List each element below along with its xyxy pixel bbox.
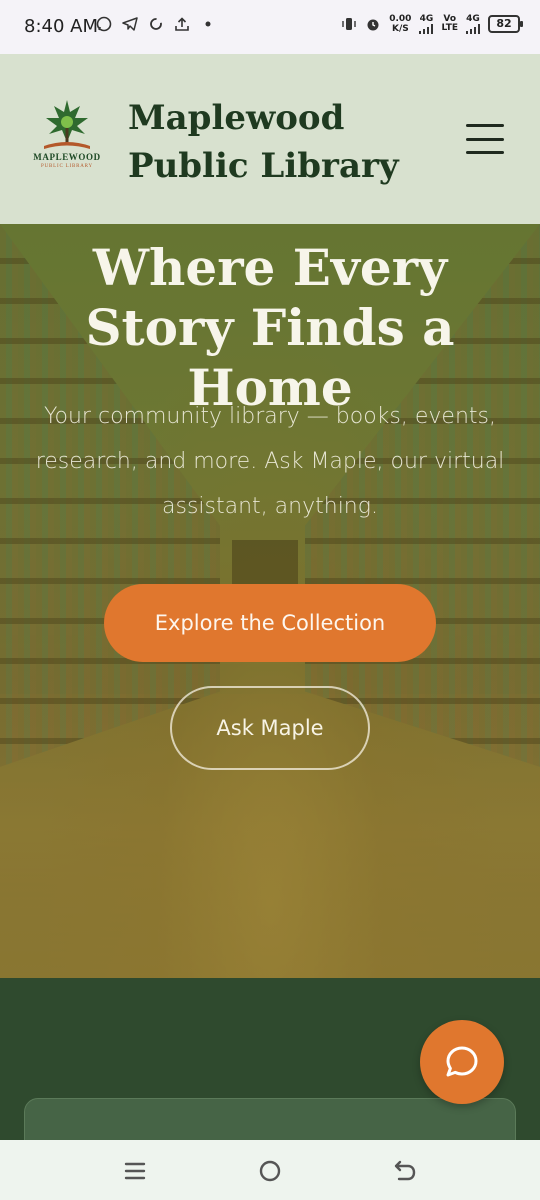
hero-section: Where Every Story Finds a Home Your comm… xyxy=(0,224,540,978)
status-bar: 8:40 AM 0.00 K/S 4G Vo LTE 4G 82 xyxy=(0,0,540,54)
network-volte: Vo LTE xyxy=(441,14,458,33)
system-nav-bar xyxy=(0,1140,540,1200)
hero-title: Where Every Story Finds a Home xyxy=(85,238,455,417)
back-icon[interactable] xyxy=(390,1156,420,1186)
ask-maple-button[interactable]: Ask Maple xyxy=(170,686,370,770)
dot-icon xyxy=(205,21,211,27)
chat-bubble-icon xyxy=(446,1046,478,1077)
logo-title: MAPLEWOOD xyxy=(33,152,101,162)
library-logo[interactable]: MAPLEWOOD PUBLIC LIBRARY xyxy=(30,98,104,182)
vibrate-icon xyxy=(342,18,356,30)
notification-icons xyxy=(96,16,216,32)
system-icons: 0.00 K/S 4G Vo LTE 4G 82 xyxy=(341,14,523,34)
explore-collection-button[interactable]: Explore the Collection xyxy=(104,584,436,662)
chat-button[interactable] xyxy=(420,1020,504,1104)
maple-tree-icon xyxy=(44,100,90,149)
menu-line xyxy=(466,151,504,154)
alarm-icon xyxy=(367,19,379,31)
recent-apps-icon[interactable] xyxy=(120,1156,150,1186)
network-4g-2: 4G xyxy=(466,14,480,34)
home-icon[interactable] xyxy=(255,1156,285,1186)
whatsapp-icon xyxy=(96,16,112,32)
network-4g: 4G xyxy=(419,14,434,34)
hamburger-menu-icon[interactable] xyxy=(466,124,506,154)
site-name[interactable]: Maplewood Public Library xyxy=(128,94,458,190)
battery-icon: 82 xyxy=(488,15,523,33)
upload-icon xyxy=(175,17,189,31)
signal-icon xyxy=(419,23,434,34)
net-speed: 0.00 K/S xyxy=(389,14,412,34)
sync-icon xyxy=(150,18,162,30)
signal-icon xyxy=(466,23,480,34)
menu-line xyxy=(466,124,504,127)
hero-subtitle: Your community library — books, events, … xyxy=(35,404,505,519)
logo-subtitle: PUBLIC LIBRARY xyxy=(41,164,93,169)
status-time: 8:40 AM xyxy=(24,16,98,37)
battery-level: 82 xyxy=(496,17,512,30)
menu-line xyxy=(466,137,504,141)
site-header: MAPLEWOOD PUBLIC LIBRARY Maplewood Publi… xyxy=(0,54,540,224)
telegram-icon xyxy=(122,17,138,31)
